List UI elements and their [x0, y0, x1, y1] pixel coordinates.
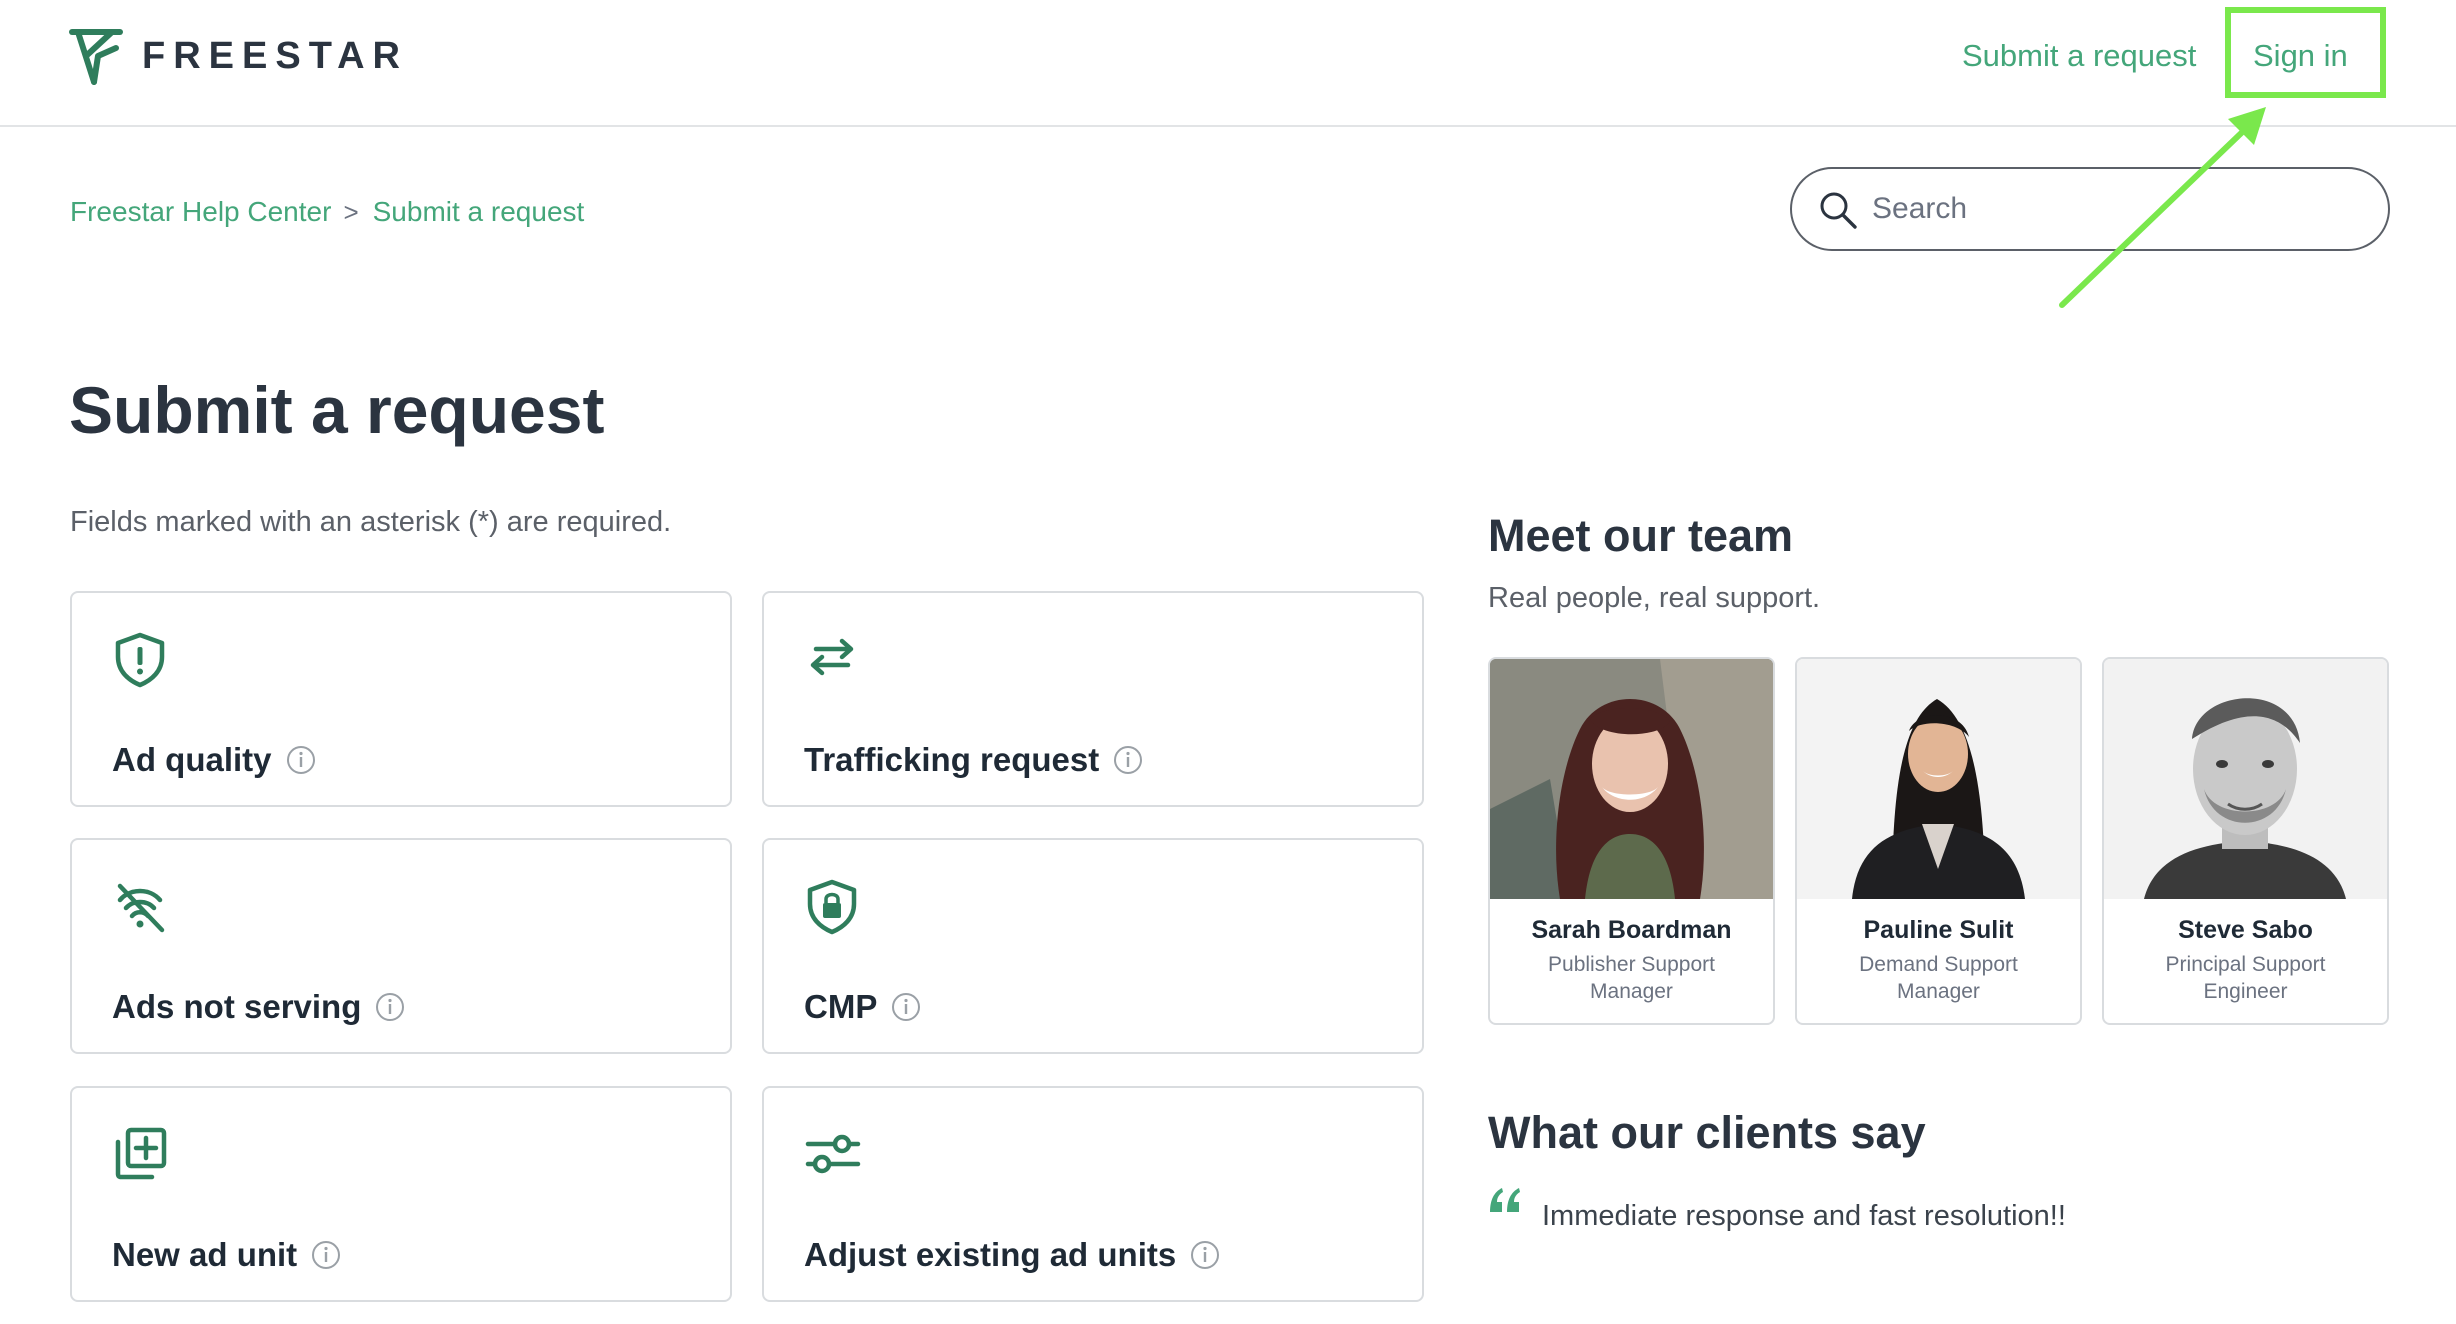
quote-mark-icon [1490, 1188, 1520, 1212]
team-member-card: Pauline Sulit Demand Support Manager [1795, 657, 2082, 1025]
shield-alert-icon [115, 632, 165, 688]
info-icon[interactable] [311, 1240, 341, 1270]
nav-sign-in-link[interactable]: Sign in [2253, 34, 2348, 78]
search-box[interactable] [1790, 167, 2390, 251]
request-card-title: Trafficking request [804, 741, 1100, 778]
request-card-label: Ad quality [112, 741, 316, 779]
info-icon[interactable] [891, 992, 921, 1022]
request-card-label: New ad unit [112, 1236, 341, 1274]
freestar-logo[interactable]: FREESTAR [68, 26, 408, 86]
request-card-ad-quality[interactable]: Ad quality [70, 591, 732, 807]
team-member-role: Publisher Support Manager [1548, 953, 1715, 1003]
request-card-label: CMP [804, 988, 921, 1026]
team-member-role: Demand Support Manager [1859, 953, 2018, 1003]
request-card-label: Trafficking request [804, 741, 1143, 779]
breadcrumb-submit-request-link[interactable]: Submit a request [373, 192, 585, 232]
team-member-photo [1490, 659, 1773, 899]
team-member-role: Principal Support Engineer [2165, 953, 2326, 1003]
request-card-label: Ads not serving [112, 988, 405, 1026]
page-title: Submit a request [69, 373, 605, 447]
testimonial-quote: Immediate response and fast resolution!! [1542, 1200, 2066, 1232]
team-member-name: Pauline Sulit [1863, 916, 2014, 944]
info-icon[interactable] [286, 745, 316, 775]
team-member-name: Steve Sabo [2178, 916, 2313, 944]
request-card-title: Ad quality [112, 741, 272, 778]
request-card-ads-not-serving[interactable]: Ads not serving [70, 838, 732, 1054]
team-member-name: Sarah Boardman [1531, 916, 1732, 944]
request-card-title: CMP [804, 988, 878, 1025]
request-card-title: New ad unit [112, 1236, 298, 1273]
request-card-trafficking-request[interactable]: Trafficking request [762, 591, 1424, 807]
request-card-cmp[interactable]: CMP [762, 838, 1424, 1054]
request-card-adjust-existing-ad-units[interactable]: Adjust existing ad units [762, 1086, 1424, 1302]
team-member-photo [2104, 659, 2387, 899]
team-section-subtitle: Real people, real support. [1488, 582, 1821, 614]
search-input[interactable] [1872, 181, 2352, 237]
team-member-photo [1797, 659, 2080, 899]
site-header: FREESTAR Submit a request Sign in [0, 0, 2456, 127]
logo-text: FREESTAR [142, 34, 408, 77]
info-icon[interactable] [1113, 745, 1143, 775]
info-icon[interactable] [1190, 1240, 1220, 1270]
team-member-card: Sarah Boardman Publisher Support Manager [1488, 657, 1775, 1025]
required-fields-note: Fields marked with an asterisk (*) are r… [70, 506, 672, 538]
request-card-title: Adjust existing ad units [804, 1236, 1177, 1273]
nav-submit-request-link[interactable]: Submit a request [1962, 34, 2196, 78]
shield-lock-icon [807, 879, 857, 935]
freestar-logo-icon [69, 29, 123, 85]
add-layers-icon [115, 1127, 167, 1180]
request-card-label: Adjust existing ad units [804, 1236, 1220, 1274]
team-section-title: Meet our team [1488, 510, 1794, 561]
request-card-title: Ads not serving [112, 988, 362, 1025]
search-icon [1820, 192, 1857, 229]
testimonials-title: What our clients say [1488, 1107, 1926, 1158]
team-member-card: Steve Sabo Principal Support Engineer [2102, 657, 2389, 1025]
request-card-new-ad-unit[interactable]: New ad unit [70, 1086, 732, 1302]
breadcrumb: Freestar Help Center > Submit a request [70, 192, 584, 232]
signal-off-icon [117, 883, 165, 933]
sliders-icon [805, 1134, 861, 1174]
swap-arrows-icon [810, 638, 854, 676]
breadcrumb-help-center-link[interactable]: Freestar Help Center [70, 192, 331, 232]
breadcrumb-separator: > [343, 197, 359, 227]
info-icon[interactable] [375, 992, 405, 1022]
